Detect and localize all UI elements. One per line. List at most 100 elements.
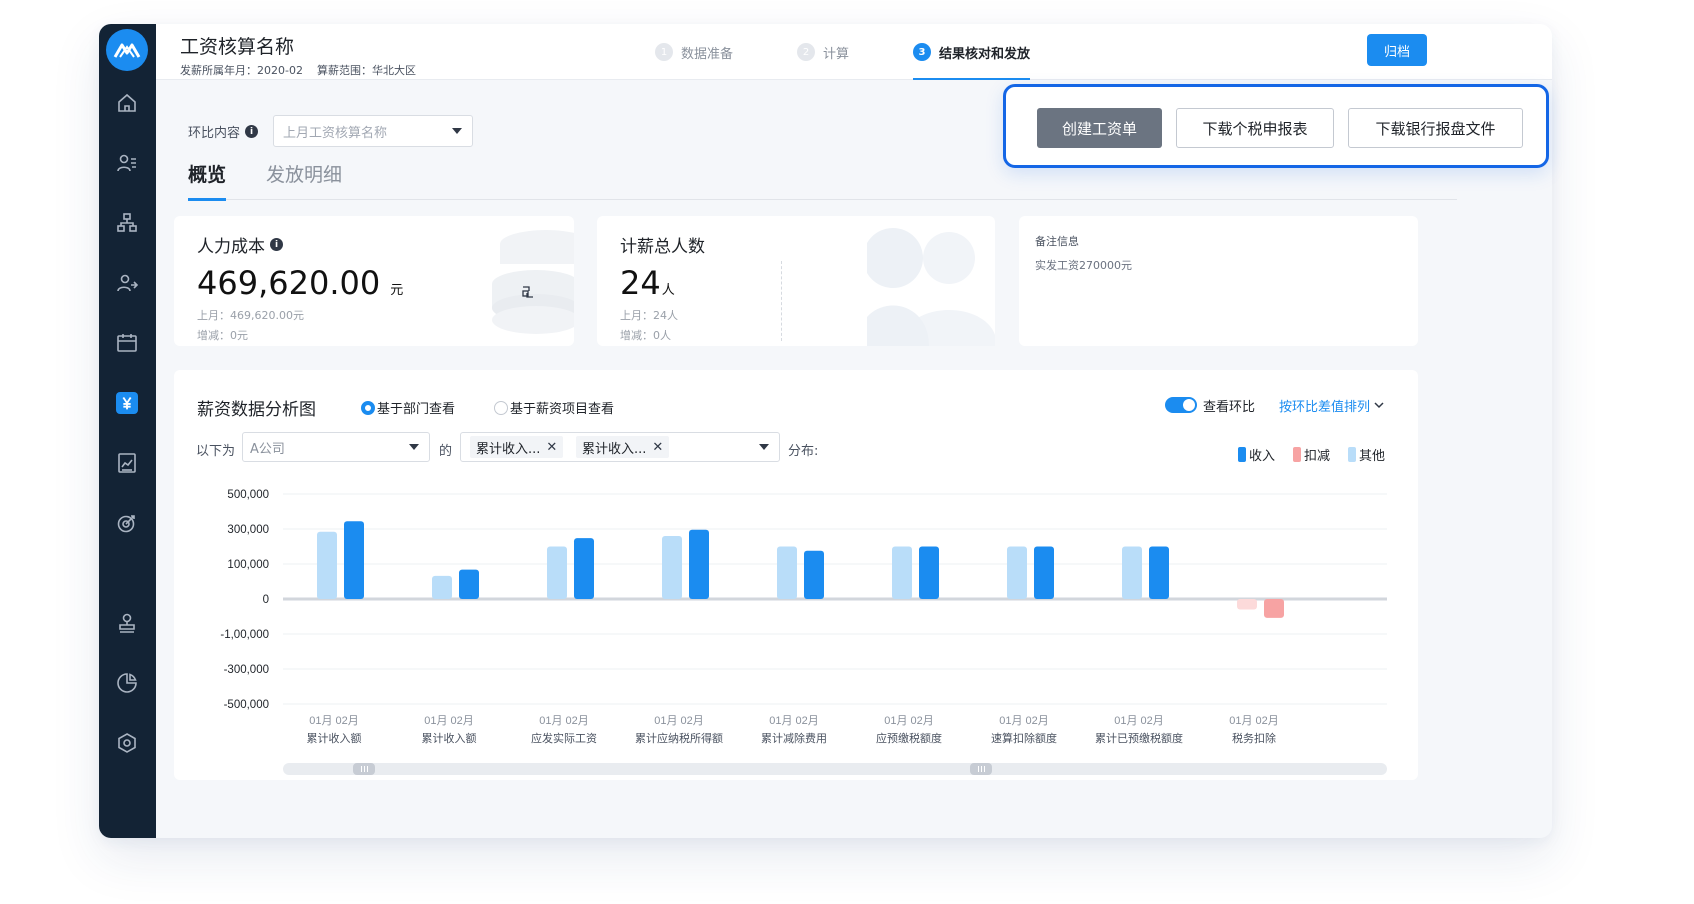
- bar: [1007, 546, 1027, 599]
- y-tick-label: 100,000: [227, 559, 269, 571]
- divider: [781, 261, 782, 341]
- home-icon[interactable]: [114, 90, 140, 116]
- archive-button[interactable]: 归档: [1367, 34, 1427, 66]
- stepper: 1 数据准备 2 计算 3 结果核对和发放: [655, 24, 1094, 80]
- create-payslip-button[interactable]: 创建工资单: [1037, 108, 1162, 148]
- scroll-handle-left[interactable]: [353, 763, 375, 775]
- headcount-unit: 人: [661, 283, 675, 298]
- bar: [777, 546, 797, 599]
- compare-label-text: 环比内容: [188, 126, 241, 141]
- headcount-last-month: 上月：24人: [620, 309, 678, 322]
- x-period-label: 01月 02月: [884, 715, 934, 727]
- step-label: 计算: [823, 46, 850, 62]
- page-title: 工资核算名称: [180, 36, 295, 58]
- bar: [919, 546, 939, 599]
- bar: [459, 569, 479, 599]
- x-category-label: 税务扣除: [1232, 731, 1276, 745]
- x-category-label: 累计应纳税所得额: [635, 731, 723, 745]
- y-tick-label: -500,000: [224, 699, 269, 711]
- pie-chart-icon[interactable]: [114, 670, 140, 696]
- x-category-label: 应发实际工资: [531, 731, 597, 745]
- compare-label: 环比内容 i: [188, 122, 259, 141]
- x-period-label: 01月 02月: [424, 715, 474, 727]
- x-period-label: 01月 02月: [309, 715, 359, 727]
- labor-cost-title-text: 人力成本: [197, 237, 265, 257]
- note-title: 备注信息: [1035, 235, 1079, 248]
- download-tax-report-button[interactable]: 下载个税申报表: [1176, 108, 1334, 148]
- user-transfer-icon[interactable]: [114, 270, 140, 296]
- bar: [317, 531, 337, 599]
- scroll-handle-right[interactable]: [970, 763, 992, 775]
- payroll-icon[interactable]: [116, 392, 138, 414]
- labor-cost-last-month: 上月：469,620.00元: [197, 309, 304, 322]
- logo: [106, 29, 148, 71]
- note-card: 备注信息 实发工资270000元: [1019, 216, 1418, 346]
- bar: [1237, 599, 1257, 610]
- main-content: 环比内容 i 上月工资核算名称 概览 发放明细 人力成本 i 469,620.00 元…: [156, 80, 1552, 838]
- tab-payment-details[interactable]: 发放明细: [266, 160, 342, 200]
- x-category-label: 累计收入额: [422, 731, 477, 745]
- y-tick-label: 500,000: [227, 489, 269, 501]
- bar: [1034, 546, 1054, 599]
- bar: [892, 546, 912, 599]
- headcount-number: 24: [620, 264, 661, 302]
- bar: [1122, 546, 1142, 599]
- calendar-icon[interactable]: [114, 330, 140, 356]
- download-bank-file-button[interactable]: 下载银行报盘文件: [1348, 108, 1523, 148]
- chart-scrollbar[interactable]: [283, 763, 1387, 775]
- step-number: 3: [913, 43, 932, 61]
- bar: [547, 546, 567, 599]
- bar: [574, 538, 594, 599]
- step-calculate[interactable]: 2 计算: [797, 24, 849, 80]
- bar: [1149, 546, 1169, 599]
- salary-bar-chart: 500,000 300,000 100,000 0 -1,00,000 -300,000 -…: [220, 489, 1387, 745]
- x-period-label: 01月 02月: [999, 715, 1049, 727]
- org-chart-icon[interactable]: [114, 210, 140, 236]
- tab-overview[interactable]: 概览: [188, 160, 227, 201]
- info-icon[interactable]: i: [245, 125, 259, 138]
- top-bar: 工资核算名称 发薪所属年月：2020-02 算薪范围：华北大区 1 数据准备 2 计算…: [156, 24, 1552, 80]
- y-tick-label: 0: [263, 594, 269, 606]
- x-period-label: 01月 02月: [769, 715, 819, 727]
- y-tick-label: 300,000: [227, 524, 269, 536]
- x-category-label: 速算扣除额度: [991, 731, 1057, 745]
- sidebar: [99, 24, 156, 838]
- people-illustration: [867, 228, 995, 346]
- compare-select-placeholder: 上月工资核算名称: [283, 125, 388, 141]
- pay-period: 发薪所属年月：2020-02: [180, 64, 303, 77]
- labor-cost-title: 人力成本 i: [197, 232, 283, 257]
- x-period-label: 01月 02月: [654, 715, 704, 727]
- headcount-change: 增减：0人: [620, 329, 671, 342]
- report-chart-icon[interactable]: [114, 450, 140, 476]
- step-data-prep[interactable]: 1 数据准备: [655, 24, 733, 80]
- step-label: 数据准备: [681, 46, 734, 62]
- labor-cost-value: 469,620.00 元: [197, 264, 403, 302]
- payroll-meta: 发薪所属年月：2020-02 算薪范围：华北大区: [180, 62, 416, 78]
- x-period-label: 01月 02月: [1114, 715, 1164, 727]
- step-verify-and-pay[interactable]: 3 结果核对和发放: [913, 24, 1031, 80]
- labor-cost-unit: 元: [390, 283, 404, 298]
- bar: [344, 521, 364, 599]
- swap-icon[interactable]: [520, 284, 536, 300]
- bar: [432, 575, 452, 599]
- settings-icon[interactable]: [114, 730, 140, 756]
- employee-list-icon[interactable]: [114, 150, 140, 176]
- x-category-label: 累计减除费用: [761, 731, 827, 745]
- bar: [1264, 599, 1284, 618]
- y-tick-label: -1,00,000: [220, 629, 269, 641]
- x-category-label: 累计收入额: [307, 731, 362, 745]
- target-icon[interactable]: [114, 510, 140, 536]
- labor-cost-change: 增减：0元: [197, 329, 248, 342]
- info-icon[interactable]: i: [270, 238, 283, 251]
- step-label: 结果核对和发放: [939, 46, 1031, 62]
- y-tick-label: -300,000: [224, 664, 269, 676]
- action-panel: 创建工资单 下载个税申报表 下载银行报盘文件: [1003, 84, 1549, 168]
- bar: [804, 550, 824, 599]
- stamp-icon[interactable]: [114, 610, 140, 636]
- bar: [689, 529, 709, 599]
- x-category-label: 累计已预缴税额度: [1095, 731, 1183, 745]
- compare-select[interactable]: 上月工资核算名称: [273, 115, 473, 147]
- x-period-label: 01月 02月: [539, 715, 589, 727]
- x-period-label: 01月 02月: [1229, 715, 1279, 727]
- headcount-value: 24人: [620, 264, 675, 302]
